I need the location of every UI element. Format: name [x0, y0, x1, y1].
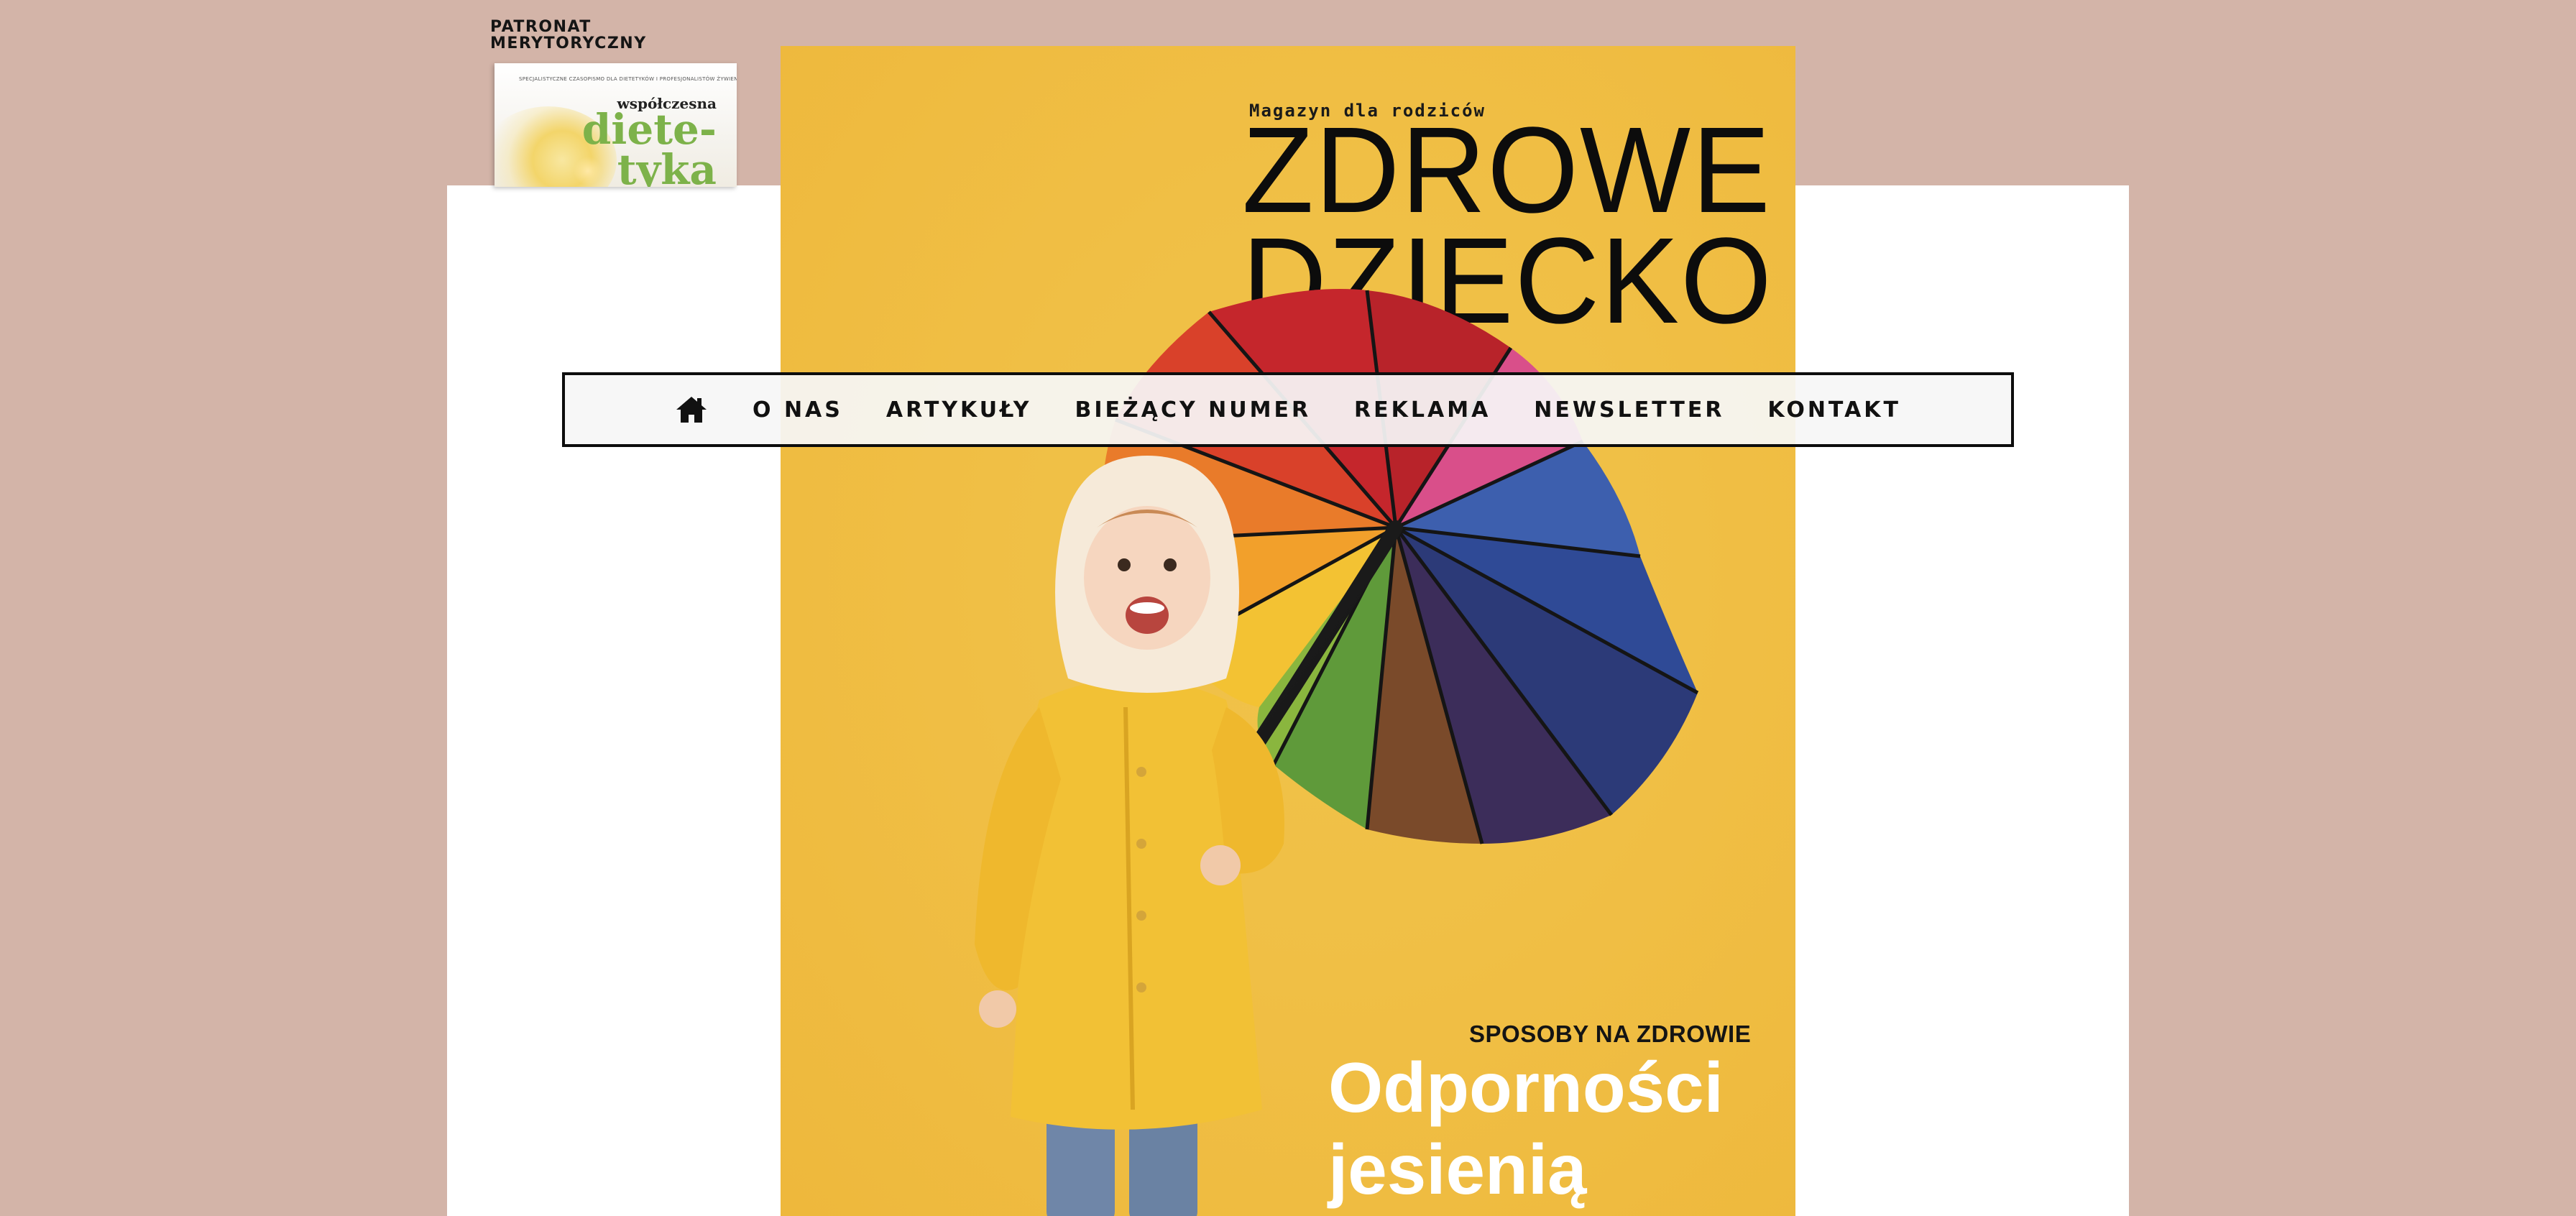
patronage-label: PATRONAT MERYTORYCZNY	[490, 18, 647, 52]
patronage-block: PATRONAT MERYTORYCZNY	[490, 19, 763, 52]
cover-title-line1: ZDROWE	[1242, 102, 1772, 239]
patron-magazine-tagline: SPECJALISTYCZNE CZASOPISMO DLA DIETETYKÓ…	[519, 76, 737, 82]
nav-item-artykuly[interactable]: ARTYKUŁY	[886, 397, 1032, 423]
child-illustration	[975, 456, 1284, 1216]
nav-home-button[interactable]	[675, 395, 708, 424]
story-title-line1: Odporności	[1328, 1048, 1724, 1127]
nav-item-o-nas[interactable]: O NAS	[753, 397, 843, 423]
magazine-cover[interactable]: Magazyn dla rodziców ZDROWE DZIECKO SPOS…	[781, 46, 1795, 1216]
patron-magazine-brand-big: diete- tyka	[581, 105, 717, 187]
main-navigation: O NAS ARTYKUŁY BIEŻĄCY NUMER REKLAMA NEW…	[562, 372, 2014, 447]
nav-item-biezacy-numer[interactable]: BIEŻĄCY NUMER	[1075, 397, 1311, 423]
nav-item-newsletter[interactable]: NEWSLETTER	[1534, 397, 1724, 423]
story-title-line2: jesienią	[1328, 1130, 1587, 1209]
story-title[interactable]: Odporności jesienią	[1328, 1046, 1760, 1210]
nav-item-kontakt[interactable]: KONTAKT	[1767, 397, 1901, 423]
home-icon	[676, 397, 707, 423]
nav-item-reklama[interactable]: REKLAMA	[1354, 397, 1491, 423]
patron-magazine-cover[interactable]: SPECJALISTYCZNE CZASOPISMO DLA DIETETYKÓ…	[494, 63, 737, 187]
story-category: SPOSOBY NA ZDROWIE	[1469, 1021, 1752, 1047]
